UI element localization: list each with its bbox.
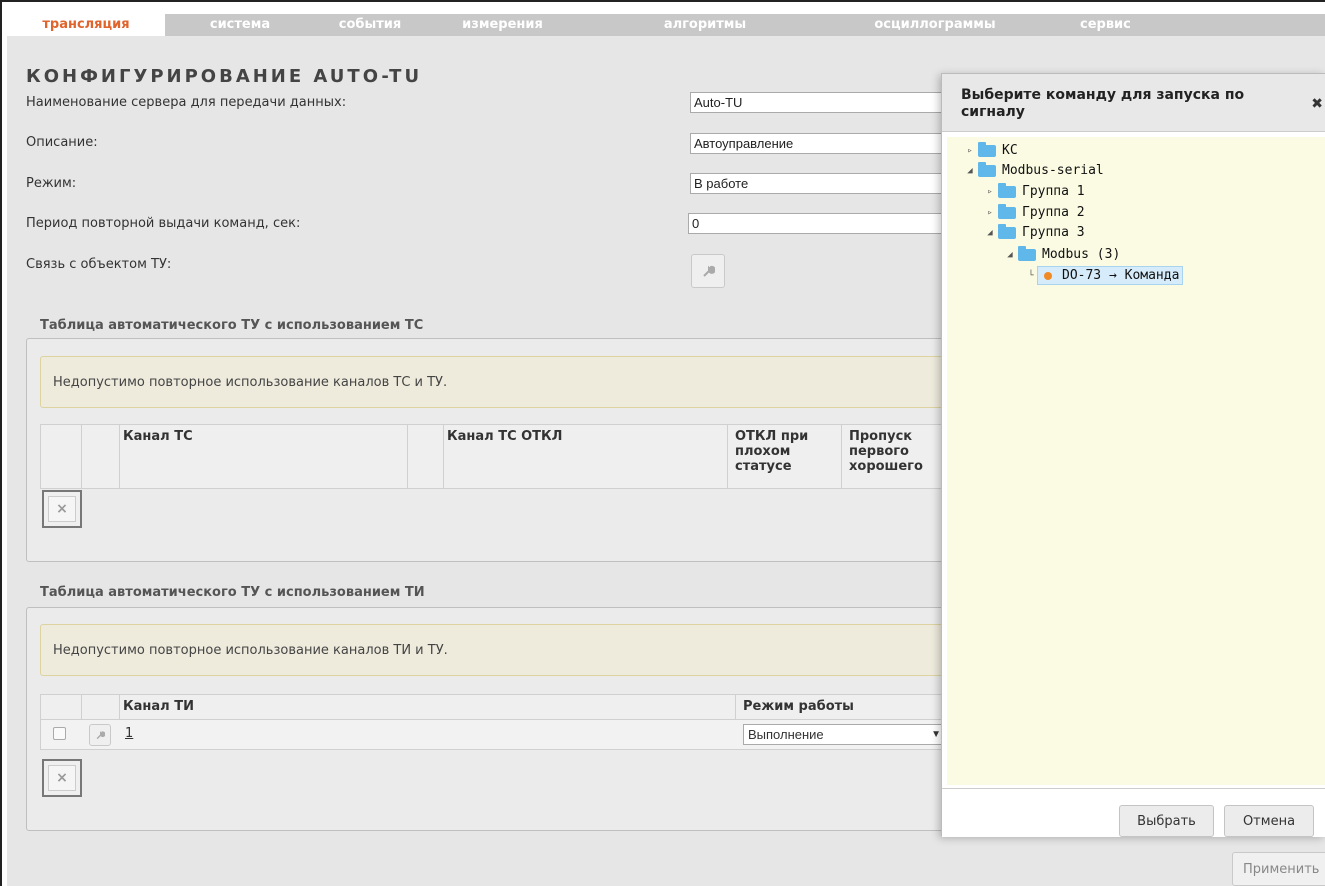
ts-col-skip-first-good: Пропуск первого хорошего bbox=[849, 429, 923, 474]
collapse-icon[interactable]: ◢ bbox=[1004, 245, 1016, 264]
ts-table-title: Таблица автоматического ТУ с использован… bbox=[40, 318, 424, 333]
tab-service[interactable]: сервис bbox=[1040, 14, 1160, 36]
ti-table-header: Канал ТИ Режим работы bbox=[40, 694, 950, 720]
tree-node-modbus3[interactable]: ◢ Modbus (3) bbox=[1004, 245, 1120, 264]
folder-icon bbox=[978, 141, 996, 157]
ts-col-off-bad-line1: ОТКЛ при bbox=[735, 429, 809, 444]
period-field[interactable]: 0 bbox=[688, 213, 948, 234]
description-field[interactable]: Автоуправление bbox=[690, 133, 950, 154]
ts-warning: Недопустимо повторное использование кана… bbox=[40, 356, 950, 408]
wrench-icon bbox=[703, 265, 715, 277]
folder-icon bbox=[998, 223, 1016, 239]
link-wrench-button[interactable] bbox=[691, 254, 725, 288]
tree-label: Группа 1 bbox=[1022, 184, 1085, 199]
tree-label: КС bbox=[1002, 143, 1018, 158]
collapse-icon[interactable]: ◢ bbox=[964, 161, 976, 180]
command-icon bbox=[1044, 271, 1052, 280]
dropdown-arrow-icon: ▼ bbox=[931, 729, 941, 740]
tree-label: Modbus-serial bbox=[1002, 163, 1104, 178]
delete-icon: × bbox=[56, 770, 68, 786]
expand-icon[interactable]: ▹ bbox=[964, 141, 976, 160]
tree-line-icon: └ bbox=[1028, 270, 1034, 281]
ti-col-mode: Режим работы bbox=[743, 699, 854, 714]
collapse-icon[interactable]: ◢ bbox=[984, 223, 996, 242]
apply-button[interactable]: Применить bbox=[1232, 852, 1325, 886]
tab-events[interactable]: события bbox=[315, 14, 425, 36]
tab-algorithms[interactable]: алгоритмы bbox=[580, 14, 830, 36]
command-tree: ▹ КС ◢ Modbus-serial ▹ Группа 1 ▹ Группа… bbox=[947, 137, 1325, 785]
tree-node-command[interactable]: └ DO-73 → Команда bbox=[1025, 266, 1184, 285]
tree-node-group3[interactable]: ◢ Группа 3 bbox=[984, 223, 1085, 242]
page-title: КОНФИГУРИРОВАНИЕ AUTO-TU bbox=[26, 66, 423, 87]
row-mode-value: Выполнение bbox=[748, 727, 824, 742]
server-name-label: Наименование сервера для передачи данных… bbox=[26, 95, 347, 110]
dialog-title: Выберите команду для запуска по сигналу bbox=[961, 87, 1245, 120]
tree-label: Группа 3 bbox=[1022, 225, 1085, 240]
row-wrench-button[interactable] bbox=[89, 724, 111, 746]
ts-col-channel-off: Канал ТС ОТКЛ bbox=[447, 429, 563, 444]
cancel-button[interactable]: Отмена bbox=[1224, 805, 1314, 837]
tree-node-ks[interactable]: ▹ КС bbox=[964, 141, 1018, 160]
folder-icon bbox=[978, 161, 996, 177]
tab-system[interactable]: система bbox=[165, 14, 315, 36]
ti-delete-button[interactable]: × bbox=[42, 759, 82, 797]
link-label: Связь с объектом ТУ: bbox=[26, 257, 172, 272]
folder-icon bbox=[998, 203, 1016, 219]
row-checkbox[interactable] bbox=[53, 727, 66, 740]
tree-node-group1[interactable]: ▹ Группа 1 bbox=[984, 182, 1085, 201]
row-channel-link[interactable]: 1 bbox=[125, 726, 133, 741]
ts-col-skip-line1: Пропуск bbox=[849, 429, 913, 444]
ti-col-channel: Канал ТИ bbox=[123, 699, 194, 714]
tree-label: DO-73 → Команда bbox=[1062, 268, 1180, 283]
ts-table-header: Канал ТС Канал ТС ОТКЛ ОТКЛ при плохом с… bbox=[40, 424, 950, 489]
ts-col-channel: Канал ТС bbox=[123, 429, 193, 444]
wrench-icon bbox=[96, 731, 105, 740]
ti-table-title: Таблица автоматического ТУ с использован… bbox=[40, 585, 425, 600]
description-label: Описание: bbox=[26, 135, 98, 150]
ts-col-skip-line2: первого bbox=[849, 444, 909, 459]
main-nav: трансляция система события измерения алг… bbox=[7, 14, 1325, 36]
delete-icon: × bbox=[56, 501, 68, 517]
folder-icon bbox=[1018, 245, 1036, 261]
close-icon[interactable]: ✖ bbox=[1311, 96, 1323, 112]
ts-delete-button[interactable]: × bbox=[42, 490, 82, 528]
server-name-field[interactable]: Auto-TU bbox=[690, 92, 950, 113]
tree-label: Modbus (3) bbox=[1042, 247, 1121, 262]
tab-translation[interactable]: трансляция bbox=[7, 14, 165, 36]
ti-warning: Недопустимо повторное использование кана… bbox=[40, 624, 950, 676]
dialog-footer: Выбрать Отмена bbox=[942, 788, 1325, 837]
expand-icon[interactable]: ▹ bbox=[984, 203, 996, 222]
select-command-dialog: Выберите команду для запуска по сигналу … bbox=[941, 73, 1325, 837]
table-row: 1 Выполнение ▼ bbox=[40, 720, 950, 750]
select-button[interactable]: Выбрать bbox=[1119, 805, 1214, 837]
ts-col-off-bad-status: ОТКЛ при плохом статусе bbox=[735, 429, 808, 474]
tree-node-modbus-serial[interactable]: ◢ Modbus-serial bbox=[964, 161, 1104, 180]
mode-label: Режим: bbox=[26, 176, 77, 191]
tree-label: Группа 2 bbox=[1022, 205, 1085, 220]
tab-oscillograms[interactable]: осциллограммы bbox=[830, 14, 1040, 36]
folder-icon bbox=[998, 182, 1016, 198]
dialog-header: Выберите команду для запуска по сигналу … bbox=[942, 74, 1325, 132]
tree-node-group2[interactable]: ▹ Группа 2 bbox=[984, 203, 1085, 222]
ts-col-off-bad-line2: плохом bbox=[735, 444, 791, 459]
selected-command[interactable]: DO-73 → Команда bbox=[1037, 266, 1184, 285]
tab-measurements[interactable]: измерения bbox=[425, 14, 580, 36]
mode-select[interactable]: В работе bbox=[690, 173, 950, 194]
row-mode-select[interactable]: Выполнение ▼ bbox=[743, 724, 948, 745]
ts-col-off-bad-line3: статусе bbox=[735, 459, 792, 474]
period-label: Период повторной выдачи команд, сек: bbox=[26, 216, 301, 231]
expand-icon[interactable]: ▹ bbox=[984, 182, 996, 201]
ts-col-skip-line3: хорошего bbox=[849, 459, 923, 474]
